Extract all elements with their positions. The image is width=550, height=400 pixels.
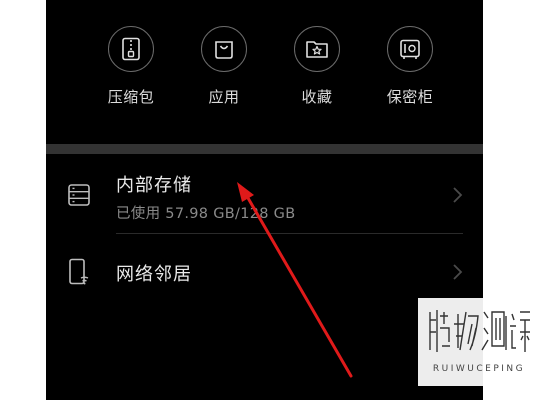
storage-icon [66, 182, 92, 208]
quick-access-apps[interactable]: 应用 [184, 26, 264, 116]
internal-storage-usage: 已使用 57.98 GB/128 GB [116, 206, 296, 222]
quick-access-safe-label: 保密柜 [386, 88, 434, 106]
internal-storage-title: 内部存储 [116, 175, 192, 196]
shopping-bag-icon [201, 26, 247, 72]
star-folder-icon [294, 26, 340, 72]
section-divider [46, 144, 483, 154]
watermark-caption: RUIWUCEPING [432, 364, 526, 374]
quick-access-safe[interactable]: 保密柜 [370, 26, 450, 116]
watermark-logo: RUIWUCEPING [418, 298, 540, 386]
network-device-icon [66, 258, 92, 285]
archive-icon [108, 26, 154, 72]
quick-access-archive[interactable]: 压缩包 [91, 26, 171, 116]
chevron-right-icon [451, 263, 463, 281]
quick-access-apps-label: 应用 [208, 88, 240, 106]
safe-icon [387, 26, 433, 72]
quick-access-row: 压缩包 应用 收藏 保密柜 [46, 26, 483, 116]
watermark-glyphs [429, 310, 530, 352]
network-neighborhood-title: 网络邻居 [116, 264, 192, 285]
internal-storage-row[interactable]: 内部存储 已使用 57.98 GB/128 GB [46, 154, 483, 234]
quick-access-favorites[interactable]: 收藏 [277, 26, 357, 116]
chevron-right-icon [451, 186, 463, 204]
quick-access-archive-label: 压缩包 [107, 88, 155, 106]
quick-access-favorites-label: 收藏 [301, 88, 333, 106]
